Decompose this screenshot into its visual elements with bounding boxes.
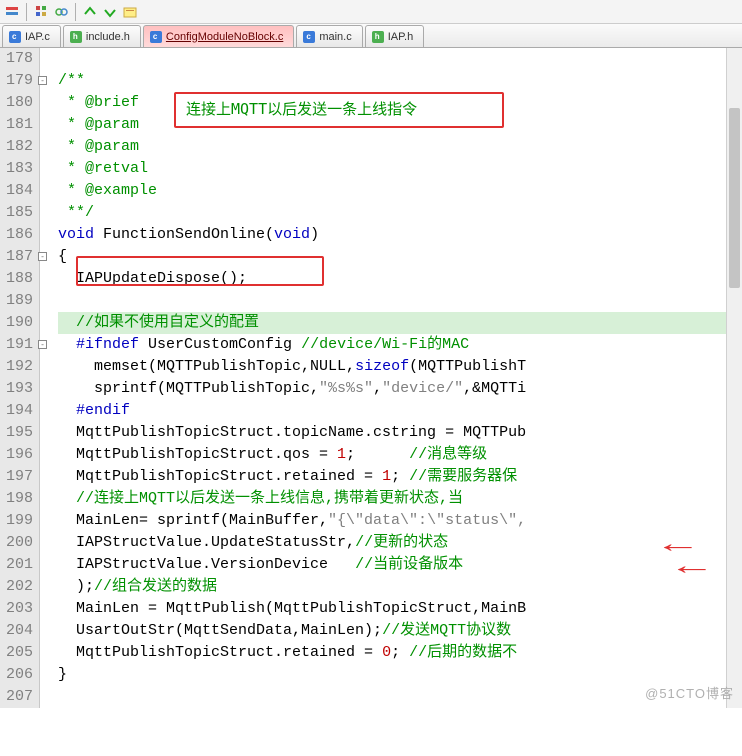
line-number: 186 [0, 224, 33, 246]
code-area[interactable]: /** * @brief * @param * @param * @retval… [40, 48, 742, 708]
tool-icon-5[interactable] [102, 4, 118, 20]
code-line[interactable]: } [58, 664, 742, 686]
tab-main-c[interactable]: main.c [296, 25, 362, 47]
c-file-icon [303, 31, 315, 43]
code-line[interactable] [58, 48, 742, 70]
line-number: 192 [0, 356, 33, 378]
c-file-icon [9, 31, 21, 43]
line-number: 179- [0, 70, 33, 92]
line-number: 189 [0, 290, 33, 312]
line-number: 191- [0, 334, 33, 356]
tool-icon-6[interactable] [122, 4, 138, 20]
tab-iap-c[interactable]: IAP.c [2, 25, 61, 47]
line-number: 202 [0, 576, 33, 598]
tab-label: IAP.c [25, 31, 50, 43]
line-number: 180 [0, 92, 33, 114]
code-line[interactable]: * @param [58, 136, 742, 158]
code-line[interactable]: MqttPublishTopicStruct.topicName.cstring… [58, 422, 742, 444]
tab-label: IAP.h [388, 31, 414, 43]
tool-icon-4[interactable] [82, 4, 98, 20]
code-line[interactable]: MqttPublishTopicStruct.retained = 1; //需… [58, 466, 742, 488]
line-number: 199 [0, 510, 33, 532]
tab-bar: IAP.c include.h ConfigModuleNoBlock.c ma… [0, 24, 742, 48]
h-file-icon [70, 31, 82, 43]
line-number: 194 [0, 400, 33, 422]
line-number: 181 [0, 114, 33, 136]
line-number: 190 [0, 312, 33, 334]
line-number: 203 [0, 598, 33, 620]
line-number: 198 [0, 488, 33, 510]
line-number: 183 [0, 158, 33, 180]
line-number: 197 [0, 466, 33, 488]
line-number: 207 [0, 686, 33, 708]
vertical-scrollbar[interactable] [726, 48, 742, 708]
fold-toggle[interactable]: - [38, 252, 47, 261]
tool-icon-2[interactable] [33, 4, 49, 20]
line-number: 193 [0, 378, 33, 400]
code-line[interactable]: IAPStructValue.UpdateStatusStr,//更新的状态 [58, 532, 742, 554]
line-number: 205 [0, 642, 33, 664]
line-number: 204 [0, 620, 33, 642]
c-file-icon [150, 31, 162, 43]
h-file-icon [372, 31, 384, 43]
tool-icon-1[interactable] [4, 4, 20, 20]
code-line[interactable]: UsartOutStr(MqttSendData,MainLen);//发送MQ… [58, 620, 742, 642]
code-line[interactable]: * @example [58, 180, 742, 202]
line-number: 206 [0, 664, 33, 686]
fold-toggle[interactable]: - [38, 340, 47, 349]
tab-label: ConfigModuleNoBlock.c [166, 31, 283, 43]
code-line[interactable]: IAPUpdateDispose(); [58, 268, 742, 290]
code-line[interactable]: * @retval [58, 158, 742, 180]
code-line[interactable]: { [58, 246, 742, 268]
line-number: 187- [0, 246, 33, 268]
code-line[interactable]: IAPStructValue.VersionDevice //当前设备版本 [58, 554, 742, 576]
line-number: 182 [0, 136, 33, 158]
code-line[interactable]: MqttPublishTopicStruct.retained = 0; //后… [58, 642, 742, 664]
code-line[interactable]: //如果不使用自定义的配置 [58, 312, 742, 334]
toolbar-separator [26, 3, 27, 21]
tab-label: include.h [86, 31, 130, 43]
toolbar-separator [75, 3, 76, 21]
line-number: 185 [0, 202, 33, 224]
line-number: 196 [0, 444, 33, 466]
code-line[interactable]: MqttPublishTopicStruct.qos = 1; //消息等级 [58, 444, 742, 466]
watermark: @51CTO博客 [645, 683, 734, 702]
toolbar [0, 0, 742, 24]
code-editor[interactable]: 178179-180181182183184185186187-18818919… [0, 48, 742, 708]
line-number: 178 [0, 48, 33, 70]
tool-icon-3[interactable] [53, 4, 69, 20]
code-line[interactable]: );//组合发送的数据 [58, 576, 742, 598]
code-line[interactable] [58, 686, 742, 708]
code-line[interactable]: #endif [58, 400, 742, 422]
line-number: 184 [0, 180, 33, 202]
tab-iap-h[interactable]: IAP.h [365, 25, 425, 47]
fold-toggle[interactable]: - [38, 76, 47, 85]
code-line[interactable]: #ifndef UserCustomConfig //device/Wi-Fi的… [58, 334, 742, 356]
line-number: 200 [0, 532, 33, 554]
line-number-gutter: 178179-180181182183184185186187-18818919… [0, 48, 40, 708]
code-line[interactable] [58, 290, 742, 312]
code-line[interactable]: sprintf(MQTTPublishTopic,"%s%s","device/… [58, 378, 742, 400]
code-line[interactable]: MainLen= sprintf(MainBuffer,"{\"data\":\… [58, 510, 742, 532]
code-line[interactable]: memset(MQTTPublishTopic,NULL,sizeof(MQTT… [58, 356, 742, 378]
tab-include-h[interactable]: include.h [63, 25, 141, 47]
code-line[interactable]: MainLen = MqttPublish(MqttPublishTopicSt… [58, 598, 742, 620]
line-number: 188 [0, 268, 33, 290]
tab-configmodule-c[interactable]: ConfigModuleNoBlock.c [143, 25, 294, 47]
line-number: 201 [0, 554, 33, 576]
code-line[interactable]: void FunctionSendOnline(void) [58, 224, 742, 246]
code-line[interactable]: **/ [58, 202, 742, 224]
code-line[interactable]: /** [58, 70, 742, 92]
annotation-text: 连接上MQTT以后发送一条上线指令 [186, 98, 417, 119]
code-line[interactable]: //连接上MQTT以后发送一条上线信息,携带着更新状态,当 [58, 488, 742, 510]
tab-label: main.c [319, 31, 351, 43]
line-number: 195 [0, 422, 33, 444]
